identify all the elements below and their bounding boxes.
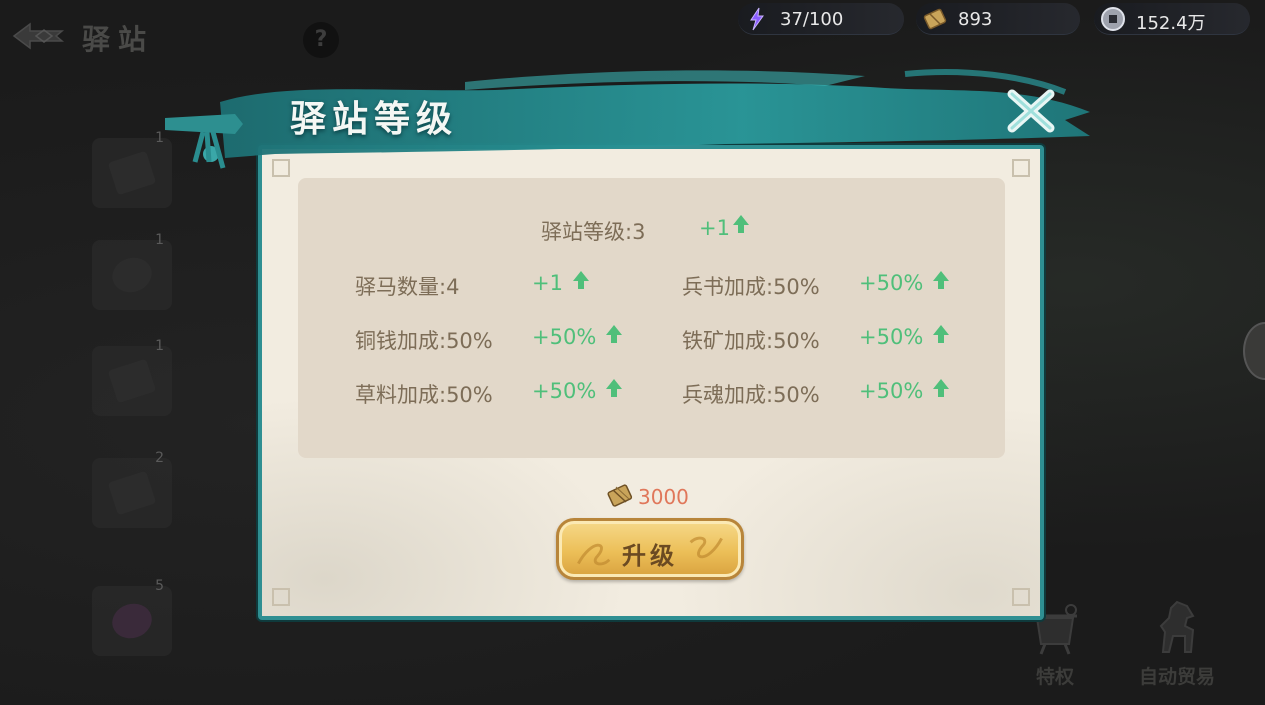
bag-item-icon bbox=[107, 252, 157, 298]
energy-crystal-icon bbox=[750, 7, 764, 31]
auto-trade-label: 自动贸易 bbox=[1138, 666, 1215, 688]
resource-scroll[interactable]: 893 bbox=[916, 3, 1080, 35]
back-arrow-icon[interactable] bbox=[12, 20, 66, 52]
scroll-item-icon bbox=[107, 150, 157, 196]
upgrade-button-label: 升级 bbox=[622, 541, 678, 570]
soul-item-icon bbox=[107, 598, 157, 644]
up-arrow-icon bbox=[573, 271, 589, 289]
slot-count: 1 bbox=[155, 232, 164, 248]
ore-item-icon bbox=[107, 358, 157, 404]
up-arrow-icon bbox=[933, 271, 949, 289]
station-level: 驿站等级:3 bbox=[541, 220, 646, 244]
up-arrow-icon bbox=[606, 325, 622, 343]
stat-iron-bonus: +50% bbox=[859, 325, 924, 349]
stat-iron: 铁矿加成:50% bbox=[682, 329, 820, 353]
stat-books: 兵书加成:50% bbox=[682, 275, 820, 299]
book-item-icon bbox=[107, 470, 157, 516]
side-slot[interactable]: 2 bbox=[92, 450, 172, 528]
resource-coin[interactable]: 152.4万 bbox=[1094, 3, 1250, 35]
up-arrow-icon bbox=[733, 215, 749, 233]
auto-trade-button[interactable]: 自动贸易 bbox=[1122, 596, 1232, 696]
slot-count: 1 bbox=[155, 338, 164, 354]
side-slot[interactable]: 5 bbox=[92, 578, 172, 656]
up-arrow-icon bbox=[933, 325, 949, 343]
privilege-label: 特权 bbox=[1035, 666, 1074, 688]
stat-fodder-bonus: +50% bbox=[532, 379, 597, 403]
stat-soul: 兵魂加成:50% bbox=[682, 383, 820, 407]
scene-title: 驿站 bbox=[82, 23, 155, 56]
energy-value: 37/100 bbox=[780, 9, 844, 30]
coin-icon bbox=[1101, 7, 1125, 31]
up-arrow-icon bbox=[606, 379, 622, 397]
corner-ornament bbox=[1012, 588, 1030, 606]
station-level-bonus: +1 bbox=[699, 216, 730, 240]
stat-fodder: 草料加成:50% bbox=[355, 383, 493, 407]
stat-soul-bonus: +50% bbox=[859, 379, 924, 403]
coin-value: 152.4万 bbox=[1136, 13, 1206, 34]
stat-horses-bonus: +1 bbox=[532, 271, 563, 295]
stat-copper: 铜钱加成:50% bbox=[355, 329, 493, 353]
slot-count: 5 bbox=[155, 578, 164, 594]
scroll-icon bbox=[923, 8, 947, 30]
slot-count: 2 bbox=[155, 450, 164, 466]
resource-energy[interactable]: 37/100 bbox=[738, 3, 904, 35]
side-slot[interactable]: 1 bbox=[92, 338, 172, 416]
horse-icon bbox=[1159, 600, 1195, 653]
dialog-title: 驿站等级 bbox=[290, 98, 459, 140]
side-slot[interactable]: 1 bbox=[92, 130, 172, 208]
stats-panel bbox=[298, 178, 1005, 458]
stat-horses: 驿马数量:4 bbox=[355, 275, 460, 299]
slot-count: 1 bbox=[155, 130, 164, 146]
corner-ornament bbox=[272, 588, 290, 606]
scroll-icon bbox=[607, 484, 633, 507]
side-slot[interactable]: 1 bbox=[92, 232, 172, 310]
upgrade-button[interactable]: 升级 bbox=[556, 518, 744, 580]
close-button[interactable] bbox=[1002, 86, 1060, 136]
upgrade-cost: 3000 bbox=[638, 485, 689, 509]
scroll-value: 893 bbox=[958, 9, 993, 30]
help-icon[interactable]: ? bbox=[303, 22, 339, 58]
stat-books-bonus: +50% bbox=[859, 271, 924, 295]
stat-copper-bonus: +50% bbox=[532, 325, 597, 349]
up-arrow-icon bbox=[933, 379, 949, 397]
